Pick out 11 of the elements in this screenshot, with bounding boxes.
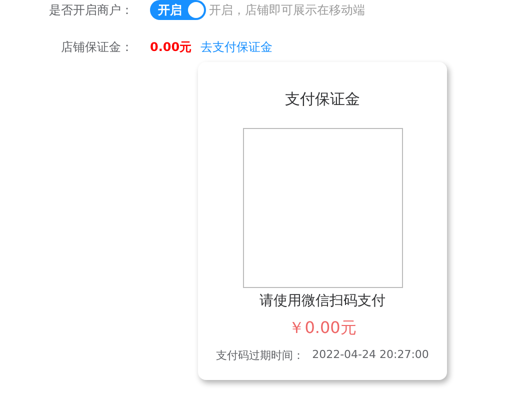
deposit-amount: 0.00元 [150,38,192,56]
price-text: ￥0.00元 [288,318,356,339]
instruction-text: 请使用微信扫码支付 [260,292,386,310]
expiry-time: 2022-04-24 20:27:00 [312,348,429,363]
pay-deposit-link[interactable]: 去支付保证金 [200,38,273,56]
field-label: 店铺保证金： [60,38,133,56]
hint-text: 开启，店铺即可展示在移动端 [209,2,365,18]
card-title: 支付保证金 [285,90,360,109]
field-label: 是否开启商户： [48,2,133,18]
toggle-switch[interactable]: 开启 [150,0,206,20]
expiry-label: 支付码过期时间： [216,348,304,363]
